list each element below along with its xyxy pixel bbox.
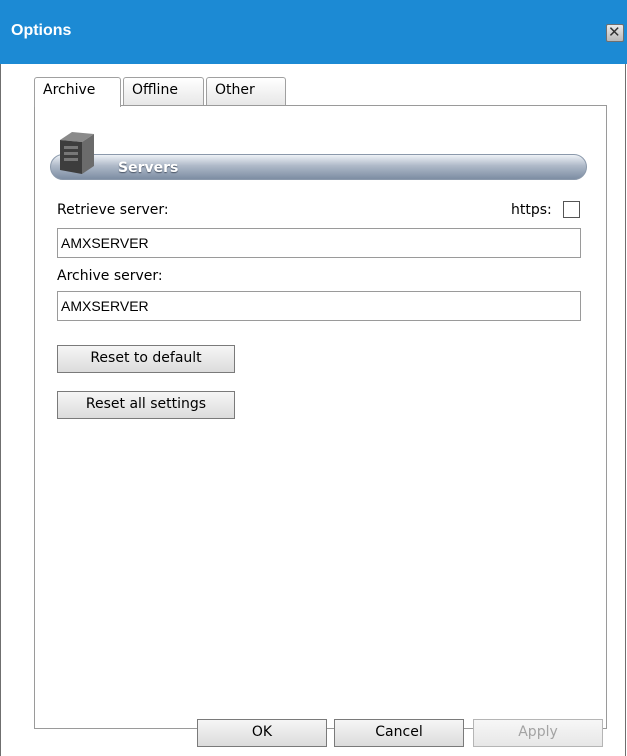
- https-label: https:: [511, 202, 552, 218]
- close-icon: ✕: [608, 23, 621, 41]
- reset-all-settings-button[interactable]: Reset all settings: [57, 391, 235, 419]
- reset-to-default-button[interactable]: Reset to default: [57, 345, 235, 373]
- archive-server-label: Archive server:: [57, 268, 163, 284]
- ok-button[interactable]: OK: [197, 719, 327, 747]
- close-button[interactable]: ✕: [606, 23, 624, 42]
- retrieve-server-label: Retrieve server:: [57, 202, 169, 218]
- retrieve-server-input[interactable]: AMXSERVER: [57, 228, 581, 258]
- https-checkbox[interactable]: [563, 201, 580, 218]
- tab-archive-label: Archive: [43, 82, 96, 98]
- title-bar: Options ✕: [0, 0, 627, 64]
- window-title: Options: [11, 22, 72, 39]
- apply-button[interactable]: Apply: [473, 719, 603, 747]
- archive-server-input[interactable]: AMXSERVER: [57, 291, 581, 321]
- tab-archive[interactable]: Archive: [34, 77, 121, 107]
- tab-other-label: Other: [215, 82, 255, 98]
- server-icon: [60, 132, 94, 174]
- tab-offline-label: Offline: [132, 82, 178, 98]
- cancel-button[interactable]: Cancel: [334, 719, 464, 747]
- tab-other[interactable]: Other: [206, 77, 286, 105]
- tab-offline[interactable]: Offline: [123, 77, 204, 105]
- servers-section-title: Servers: [118, 160, 179, 176]
